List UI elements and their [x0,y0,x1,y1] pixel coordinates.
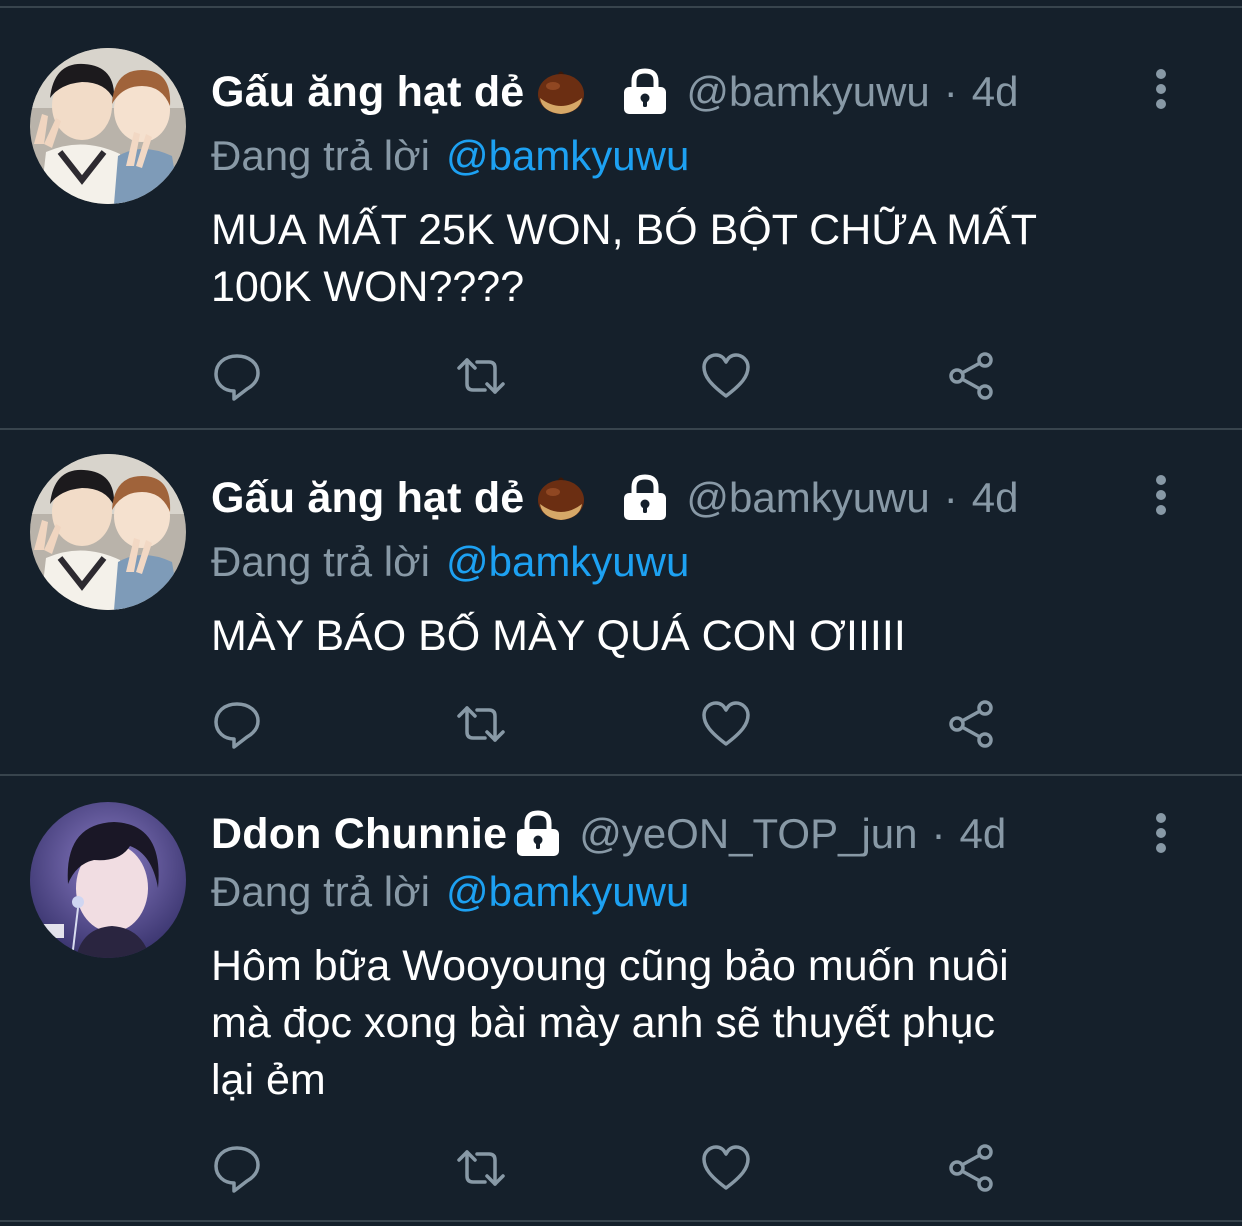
top-divider [0,0,1242,8]
reply-button[interactable] [207,696,267,756]
tweet-header: Gấu ăng hạt dẻ @bamkyuwu · 4d [211,468,1019,528]
display-name[interactable]: Ddon Chunnie [211,810,507,859]
like-button[interactable] [696,348,756,408]
lock-icon [515,810,561,858]
tweet-actions [0,348,1242,408]
reply-context: Đang trả lời @bamkyuwu [211,864,689,920]
retweet-button[interactable] [451,348,511,408]
reply-icon [211,1142,263,1199]
reply-to-link[interactable]: @bamkyuwu [446,132,689,180]
lock-icon [622,474,668,522]
avatar[interactable] [30,454,186,610]
more-options-icon[interactable] [1152,474,1170,516]
tweet-text: MUA MẤT 25K WON, BÓ BỘT CHỮA MẤT 100K WO… [211,206,1037,311]
separator-dot: · [931,810,946,857]
like-icon [700,698,752,755]
handle[interactable]: @yeON_TOP_jun [579,810,917,858]
more-options-icon[interactable] [1152,812,1170,854]
separator-dot: · [943,68,958,115]
share-button[interactable] [941,696,1001,756]
like-icon [700,1142,752,1199]
lock-icon [622,68,668,116]
reply-button[interactable] [207,348,267,408]
share-icon [945,1142,997,1199]
reply-context: Đang trả lời @bamkyuwu [211,534,689,590]
share-icon [945,698,997,755]
reply-context: Đang trả lời @bamkyuwu [211,128,689,184]
tweet-actions [0,696,1242,756]
chestnut-emoji-icon [536,474,586,522]
chestnut-emoji-icon [536,68,586,116]
tweet-header: Ddon Chunnie @yeON_TOP_jun · 4d [211,804,1006,864]
retweet-icon [455,350,507,407]
retweet-icon [455,698,507,755]
share-icon [945,350,997,407]
separator-dot: · [943,474,958,521]
tweet-text: Hôm bữa Wooyoung cũng bảo muốn nuôi mà đ… [211,942,1009,1104]
reply-prefix: Đang trả lời [211,538,430,585]
timestamp[interactable]: 4d [960,810,1007,858]
timestamp[interactable]: 4d [972,68,1019,116]
share-button[interactable] [941,348,1001,408]
retweet-button[interactable] [451,696,511,756]
avatar[interactable] [30,802,186,958]
tweet-card[interactable]: Ddon Chunnie @yeON_TOP_jun · 4d Đang trả… [0,776,1242,1222]
avatar[interactable] [30,48,186,204]
reply-to-link[interactable]: @bamkyuwu [446,538,689,586]
share-button[interactable] [941,1140,1001,1200]
tweet-card[interactable]: Gấu ăng hạt dẻ @bamkyuwu · 4d Đang trả l… [0,430,1242,776]
tweet-text: MÀY BÁO BỐ MÀY QUÁ CON ƠIIIII [211,612,906,660]
display-name[interactable]: Gấu ăng hạt dẻ [211,68,524,117]
tweet-header: Gấu ăng hạt dẻ @bamkyuwu · 4d [211,62,1019,122]
tweet-actions [0,1140,1242,1200]
retweet-icon [455,1142,507,1199]
reply-prefix: Đang trả lời [211,868,430,915]
reply-prefix: Đang trả lời [211,132,430,179]
reply-to-link[interactable]: @bamkyuwu [446,868,689,916]
like-button[interactable] [696,1140,756,1200]
display-name[interactable]: Gấu ăng hạt dẻ [211,474,524,523]
like-icon [700,350,752,407]
handle[interactable]: @bamkyuwu [686,474,929,522]
like-button[interactable] [696,696,756,756]
tweet-card[interactable]: Gấu ăng hạt dẻ @bamkyuwu · 4d Đang trả l… [0,10,1242,430]
more-options-icon[interactable] [1152,68,1170,110]
reply-button[interactable] [207,1140,267,1200]
reply-icon [211,350,263,407]
retweet-button[interactable] [451,1140,511,1200]
timestamp[interactable]: 4d [972,474,1019,522]
handle[interactable]: @bamkyuwu [686,68,929,116]
reply-icon [211,698,263,755]
